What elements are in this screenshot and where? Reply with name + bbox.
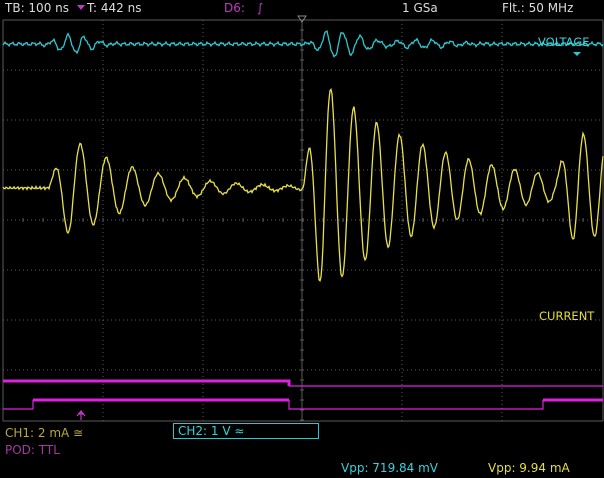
sample-rate: 1 GSa xyxy=(402,1,438,15)
status-bar: TB: 100 ns T: 442 ns D6: ∫ 1 GSa Flt.: 5… xyxy=(0,0,604,20)
scope-display[interactable] xyxy=(0,0,604,478)
ch2-setting-label: CH2: 1 V ≈ xyxy=(178,424,245,438)
ch1-setting[interactable]: CH1: 2 mA ≅ xyxy=(5,426,83,440)
filter-setting[interactable]: Flt.: 50 MHz xyxy=(502,1,573,15)
digital-channel-upper xyxy=(3,379,291,386)
voltage-reference-marker-icon xyxy=(573,52,581,56)
graticule-grid xyxy=(2,19,604,422)
voltage-trace-label: VOLTAGE xyxy=(538,35,590,49)
timebase-value[interactable]: TB: 100 ns xyxy=(5,1,69,15)
ch2-setting[interactable]: CH2: 1 V ≈ xyxy=(173,423,319,439)
trigger-time-value[interactable]: T: 442 ns xyxy=(87,1,141,15)
trigger-slope-icon: ∫ xyxy=(257,1,264,15)
current-trace-label: CURRENT xyxy=(539,309,595,323)
voltage-trace xyxy=(2,30,604,58)
trigger-source[interactable]: D6: xyxy=(224,1,245,15)
current-trace xyxy=(2,87,604,283)
vpp-current-measurement: Vpp: 9.94 mA xyxy=(488,461,570,475)
vpp-voltage-measurement: Vpp: 719.84 mV xyxy=(341,461,439,475)
trigger-level-marker-icon[interactable] xyxy=(76,410,86,420)
pod-setting[interactable]: POD: TTL xyxy=(5,443,60,457)
